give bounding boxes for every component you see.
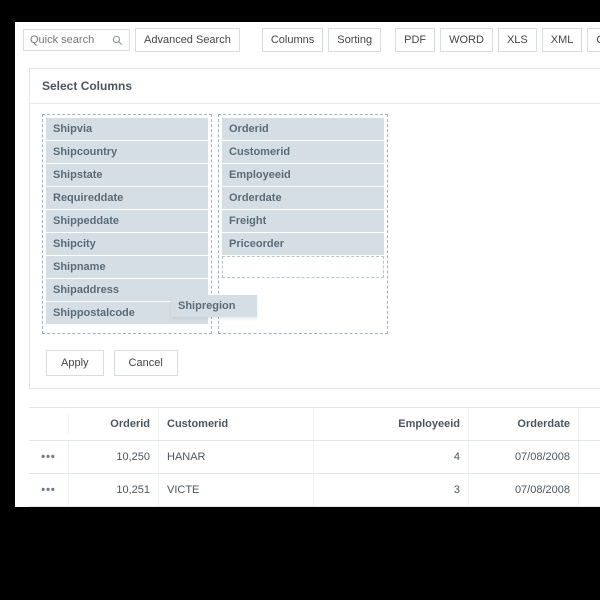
selected-column-item[interactable]: Freight [222,210,384,232]
cell-orderdate: 07/08/2008 [469,474,579,506]
export-xls-button[interactable]: XLS [498,28,537,52]
export-word-button[interactable]: WORD [440,28,493,52]
grid-header-spacer [579,414,600,434]
grid-header-row: Orderid Customerid Employeeid Orderdate [29,408,600,441]
available-column-item[interactable]: Shipname [46,256,208,278]
cell-spacer [579,447,600,467]
row-actions-button[interactable]: ••• [41,484,56,496]
cell-customerid: VICTE [159,474,314,506]
export-csv-button[interactable]: CSV [587,28,600,52]
dragging-column-item[interactable]: Shipregion [171,295,257,317]
quick-search-wrap[interactable] [23,29,130,51]
export-xml-button[interactable]: XML [542,28,583,52]
grid-header-orderdate[interactable]: Orderdate [469,408,579,440]
quick-search-input[interactable] [30,34,108,46]
available-column-item[interactable]: Shipcountry [46,141,208,163]
selected-column-item[interactable]: Priceorder [222,233,384,255]
grid-header-orderid[interactable]: Orderid [69,408,159,440]
apply-button[interactable]: Apply [46,350,104,376]
available-column-item[interactable]: Requireddate [46,187,208,209]
cell-orderid: 10,250 [69,441,159,473]
cancel-button[interactable]: Cancel [114,350,178,376]
available-column-item[interactable]: Shippeddate [46,210,208,232]
table-row: ••• 10,250HANAR407/08/2008 [29,441,600,474]
grid-header-customerid[interactable]: Customerid [159,408,314,440]
cell-customerid: HANAR [159,441,314,473]
cell-employeeid: 4 [314,441,469,473]
selected-column-item[interactable]: Customerid [222,141,384,163]
search-icon [112,35,123,46]
cell-spacer [579,480,600,500]
row-actions-button[interactable]: ••• [41,451,56,463]
available-column-item[interactable]: Shipcity [46,233,208,255]
grid-header-actions [29,414,69,434]
select-columns-panel: Select Columns ShipviaShipcountryShipsta… [29,68,600,389]
grid-header-employeeid[interactable]: Employeeid [314,408,469,440]
cell-orderdate: 07/08/2008 [469,441,579,473]
data-grid: Orderid Customerid Employeeid Orderdate … [29,407,600,507]
selected-columns-list[interactable]: OrderidCustomeridEmployeeidOrderdateFrei… [218,114,388,334]
export-pdf-button[interactable]: PDF [395,28,435,52]
toolbar: Advanced Search Columns Sorting PDF WORD… [15,22,600,58]
sorting-button[interactable]: Sorting [328,28,381,52]
available-column-item[interactable]: Shipstate [46,164,208,186]
selected-column-item[interactable]: Employeeid [222,164,384,186]
table-row: ••• 10,251VICTE307/08/2008 [29,474,600,507]
selected-column-item[interactable]: Orderdate [222,187,384,209]
drop-placeholder [222,256,384,278]
selected-column-item[interactable]: Orderid [222,118,384,140]
available-column-item[interactable]: Shipvia [46,118,208,140]
panel-title: Select Columns [30,69,600,104]
cell-orderid: 10,251 [69,474,159,506]
advanced-search-button[interactable]: Advanced Search [135,28,240,52]
cell-employeeid: 3 [314,474,469,506]
columns-button[interactable]: Columns [262,28,323,52]
